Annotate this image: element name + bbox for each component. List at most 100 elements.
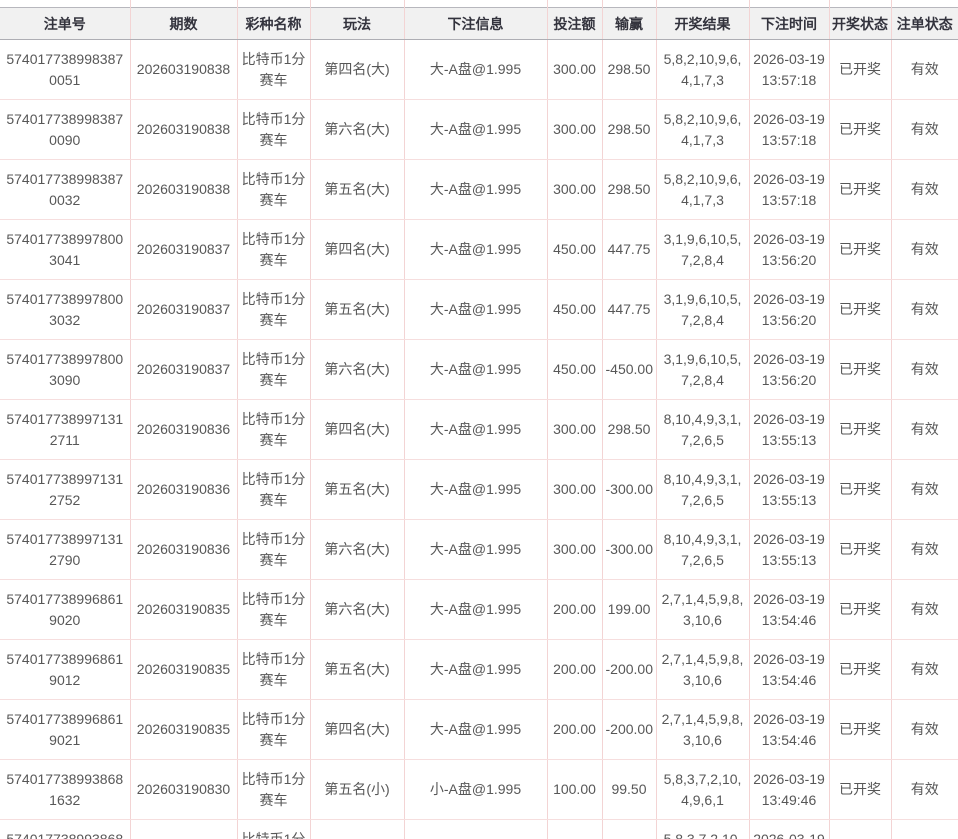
column-header-play: 玩法 — [310, 8, 404, 40]
cell-order_id: 5740177389968619012 — [0, 640, 130, 700]
column-header-win_loss: 输赢 — [602, 8, 656, 40]
cell-win_loss: 298.50 — [602, 100, 656, 160]
cell-time: 2026-03-19 13:54:46 — [749, 700, 829, 760]
table-row: 5740177389971312790202603190836比特币1分赛车第六… — [0, 520, 958, 580]
cell-time: 2026-03-19 13:55:13 — [749, 460, 829, 520]
cell-order_id: 5740177389971312790 — [0, 520, 130, 580]
cell-order_status: 有效 — [891, 520, 958, 580]
cell-order_status: 有效 — [891, 760, 958, 820]
table-row: 5740177389978003041202603190837比特币1分赛车第四… — [0, 220, 958, 280]
header-row: 注单号期数彩种名称玩法下注信息投注额输赢开奖结果下注时间开奖状态注单状态 — [0, 8, 958, 40]
cell-lottery: 比特币1分赛车 — [237, 520, 310, 580]
cell-amount: 300.00 — [547, 460, 602, 520]
cell-period: 202603190837 — [130, 220, 237, 280]
cell-play: 第六名(大) — [310, 580, 404, 640]
cell-win_loss: -100.00 — [602, 820, 656, 839]
cell-period: 202603190830 — [130, 760, 237, 820]
cell-draw_status: 已开奖 — [829, 760, 891, 820]
table-row: 5740177389968619012202603190835比特币1分赛车第五… — [0, 640, 958, 700]
cell-order_status: 有效 — [891, 400, 958, 460]
cell-play: 第五名(大) — [310, 640, 404, 700]
cell-amount: 300.00 — [547, 400, 602, 460]
cell-bet_info: 大-A盘@1.995 — [404, 40, 547, 100]
cell-win_loss: 99.50 — [602, 760, 656, 820]
cell-bet_info: 大-A盘@1.995 — [404, 700, 547, 760]
cell-time: 2026-03-19 13:57:18 — [749, 40, 829, 100]
cell-play: 第五名(大) — [310, 160, 404, 220]
cell-lottery: 比特币1分赛车 — [237, 760, 310, 820]
cell-amount: 300.00 — [547, 160, 602, 220]
cell-order_status: 有效 — [891, 100, 958, 160]
cell-time: 2026-03-19 13:57:18 — [749, 100, 829, 160]
cell-play: 第五名(大) — [310, 460, 404, 520]
spacer-cell — [602, 0, 656, 8]
cell-result: 2,7,1,4,5,9,8,3,10,6 — [656, 640, 749, 700]
cell-result: 2,7,1,4,5,9,8,3,10,6 — [656, 700, 749, 760]
cell-result: 2,7,1,4,5,9,8,3,10,6 — [656, 580, 749, 640]
cell-draw_status: 已开奖 — [829, 100, 891, 160]
cell-lottery: 比特币1分赛车 — [237, 280, 310, 340]
column-header-draw_status: 开奖状态 — [829, 8, 891, 40]
cell-order_id: 5740177389983870090 — [0, 100, 130, 160]
cell-time: 2026-03-19 13:49:46 — [749, 820, 829, 839]
cell-result: 5,8,2,10,9,6,4,1,7,3 — [656, 100, 749, 160]
cell-win_loss: -200.00 — [602, 640, 656, 700]
cell-win_loss: 447.75 — [602, 220, 656, 280]
cell-lottery: 比特币1分赛车 — [237, 580, 310, 640]
cell-result: 5,8,2,10,9,6,4,1,7,3 — [656, 160, 749, 220]
cell-order_id: 5740177389968619021 — [0, 700, 130, 760]
spacer-cell — [237, 0, 310, 8]
cell-order_id: 5740177389971312711 — [0, 400, 130, 460]
cell-result: 8,10,4,9,3,1,7,2,6,5 — [656, 460, 749, 520]
cell-lottery: 比特币1分赛车 — [237, 820, 310, 839]
spacer-cell — [749, 0, 829, 8]
cell-order_id: 5740177389978003090 — [0, 340, 130, 400]
spacer-cell — [656, 0, 749, 8]
cell-result: 8,10,4,9,3,1,7,2,6,5 — [656, 400, 749, 460]
column-header-period: 期数 — [130, 8, 237, 40]
cell-win_loss: 199.00 — [602, 580, 656, 640]
cell-result: 3,1,9,6,10,5,7,2,8,4 — [656, 280, 749, 340]
cell-order_id: 5740177389938681600 — [0, 820, 130, 839]
cell-time: 2026-03-19 13:56:20 — [749, 280, 829, 340]
cell-play: 第四名(大) — [310, 220, 404, 280]
cell-lottery: 比特币1分赛车 — [237, 460, 310, 520]
cell-bet_info: 大-A盘@1.995 — [404, 100, 547, 160]
table-row: 5740177389971312752202603190836比特币1分赛车第五… — [0, 460, 958, 520]
cell-lottery: 比特币1分赛车 — [237, 220, 310, 280]
cell-bet_info: 大-A盘@1.995 — [404, 280, 547, 340]
cell-time: 2026-03-19 13:54:46 — [749, 580, 829, 640]
cell-amount: 300.00 — [547, 100, 602, 160]
cell-period: 202603190838 — [130, 40, 237, 100]
cell-draw_status: 已开奖 — [829, 40, 891, 100]
cell-order_status: 有效 — [891, 640, 958, 700]
cell-play: 第六名(大) — [310, 520, 404, 580]
cell-bet_info: 小-A盘@1.995 — [404, 760, 547, 820]
cell-play: 第六名(大) — [310, 340, 404, 400]
cell-lottery: 比特币1分赛车 — [237, 640, 310, 700]
cell-bet_info: 大-A盘@1.995 — [404, 640, 547, 700]
table-row: 5740177389978003090202603190837比特币1分赛车第六… — [0, 340, 958, 400]
table-row: 5740177389968619021202603190835比特币1分赛车第四… — [0, 700, 958, 760]
cell-bet_info: 大-A盘@1.995 — [404, 220, 547, 280]
cell-amount: 450.00 — [547, 340, 602, 400]
cell-lottery: 比特币1分赛车 — [237, 700, 310, 760]
cell-amount: 100.00 — [547, 820, 602, 839]
cell-amount: 300.00 — [547, 520, 602, 580]
cell-period: 202603190838 — [130, 160, 237, 220]
cell-order_status: 有效 — [891, 700, 958, 760]
cell-win_loss: 298.50 — [602, 40, 656, 100]
spacer-cell — [130, 0, 237, 8]
cell-win_loss: -450.00 — [602, 340, 656, 400]
spacer-cell — [891, 0, 958, 8]
cell-draw_status: 已开奖 — [829, 220, 891, 280]
table-row: 5740177389938681600202603190830比特币1分赛车第六… — [0, 820, 958, 839]
cell-play: 第四名(大) — [310, 40, 404, 100]
cell-draw_status: 已开奖 — [829, 460, 891, 520]
table-row: 5740177389938681632202603190830比特币1分赛车第五… — [0, 760, 958, 820]
cell-result: 3,1,9,6,10,5,7,2,8,4 — [656, 340, 749, 400]
cell-amount: 200.00 — [547, 640, 602, 700]
cell-play: 第六名(大) — [310, 100, 404, 160]
cell-order_id: 5740177389968619020 — [0, 580, 130, 640]
cell-draw_status: 已开奖 — [829, 340, 891, 400]
